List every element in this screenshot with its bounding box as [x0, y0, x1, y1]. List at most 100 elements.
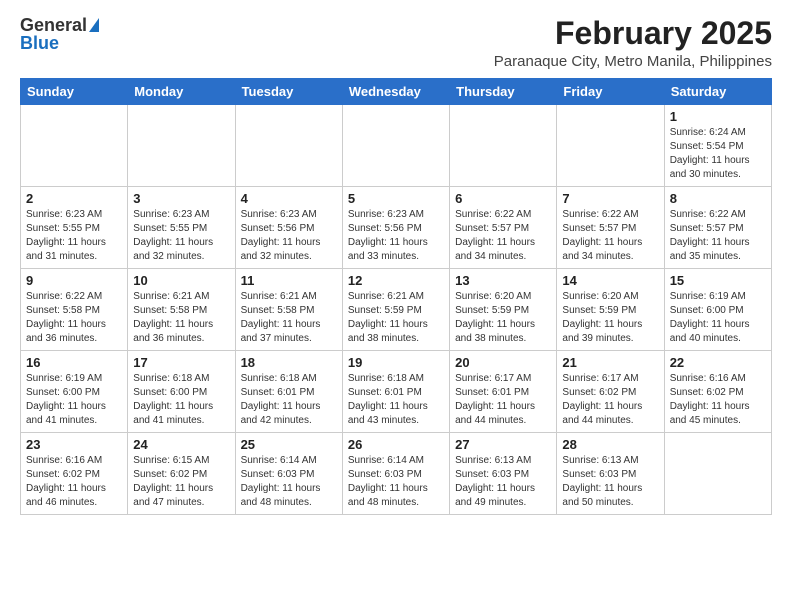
day-info: Sunrise: 6:14 AMSunset: 6:03 PMDaylight:…: [348, 454, 444, 510]
day-info: Sunrise: 6:23 AMSunset: 5:56 PMDaylight:…: [241, 208, 337, 264]
day-header-thursday: Thursday: [450, 79, 557, 105]
calendar-cell: 27 Sunrise: 6:13 AMSunset: 6:03 PMDayligh…: [450, 433, 557, 515]
calendar-cell: 20 Sunrise: 6:17 AMSunset: 6:01 PMDayligh…: [450, 351, 557, 433]
day-header-sunday: Sunday: [21, 79, 128, 105]
calendar-cell: 3 Sunrise: 6:23 AMSunset: 5:55 PMDaylight…: [128, 187, 235, 269]
day-info: Sunrise: 6:23 AMSunset: 5:56 PMDaylight:…: [348, 208, 444, 264]
day-info: Sunrise: 6:23 AMSunset: 5:55 PMDaylight:…: [26, 208, 122, 264]
calendar-cell: [128, 105, 235, 187]
calendar-cell: 17Sunrise: 6:18 AMSunset: 6:00 PMDayligh…: [128, 351, 235, 433]
day-number: 24: [133, 437, 229, 452]
day-header-saturday: Saturday: [664, 79, 771, 105]
logo: General Blue: [20, 16, 99, 52]
calendar-cell: [450, 105, 557, 187]
calendar-cell: 21 Sunrise: 6:17 AMSunset: 6:02 PMDayligh…: [557, 351, 664, 433]
logo-blue-text: Blue: [20, 34, 59, 52]
day-number: 20: [455, 355, 551, 370]
calendar-cell: 24 Sunrise: 6:15 AMSunset: 6:02 PMDayligh…: [128, 433, 235, 515]
calendar-cell: [342, 105, 449, 187]
title-block: February 2025 Paranaque City, Metro Mani…: [494, 16, 772, 70]
calendar-cell: 5Sunrise: 6:23 AMSunset: 5:56 PMDaylight…: [342, 187, 449, 269]
week-row-2: 2 Sunrise: 6:23 AMSunset: 5:55 PMDaylight…: [21, 187, 772, 269]
day-number: 7: [562, 191, 658, 206]
day-info: Sunrise: 6:16 AMSunset: 6:02 PMDaylight:…: [670, 372, 766, 428]
day-info: Sunrise: 6:22 AMSunset: 5:57 PMDaylight:…: [670, 208, 766, 264]
calendar: SundayMondayTuesdayWednesdayThursdayFrid…: [20, 78, 772, 515]
calendar-cell: 22 Sunrise: 6:16 AMSunset: 6:02 PMDayligh…: [664, 351, 771, 433]
day-info: Sunrise: 6:19 AMSunset: 6:00 PMDaylight:…: [670, 290, 766, 346]
day-info: Sunrise: 6:18 AMSunset: 6:00 PMDaylight:…: [133, 372, 229, 428]
day-number: 13: [455, 273, 551, 288]
day-number: 9: [26, 273, 122, 288]
day-header-monday: Monday: [128, 79, 235, 105]
calendar-cell: 16Sunrise: 6:19 AMSunset: 6:00 PMDayligh…: [21, 351, 128, 433]
day-number: 18: [241, 355, 337, 370]
day-info: Sunrise: 6:22 AMSunset: 5:57 PMDaylight:…: [455, 208, 551, 264]
calendar-cell: 6 Sunrise: 6:22 AMSunset: 5:57 PMDaylight…: [450, 187, 557, 269]
month-title: February 2025: [494, 16, 772, 51]
day-info: Sunrise: 6:17 AMSunset: 6:01 PMDaylight:…: [455, 372, 551, 428]
calendar-cell: 7 Sunrise: 6:22 AMSunset: 5:57 PMDaylight…: [557, 187, 664, 269]
calendar-cell: 26 Sunrise: 6:14 AMSunset: 6:03 PMDayligh…: [342, 433, 449, 515]
day-info: Sunrise: 6:21 AMSunset: 5:58 PMDaylight:…: [133, 290, 229, 346]
week-row-1: 1Sunrise: 6:24 AMSunset: 5:54 PMDaylight…: [21, 105, 772, 187]
calendar-cell: [557, 105, 664, 187]
day-number: 27: [455, 437, 551, 452]
day-number: 28: [562, 437, 658, 452]
calendar-cell: 13 Sunrise: 6:20 AMSunset: 5:59 PMDayligh…: [450, 269, 557, 351]
calendar-cell: 1Sunrise: 6:24 AMSunset: 5:54 PMDaylight…: [664, 105, 771, 187]
calendar-cell: 11 Sunrise: 6:21 AMSunset: 5:58 PMDayligh…: [235, 269, 342, 351]
day-info: Sunrise: 6:23 AMSunset: 5:55 PMDaylight:…: [133, 208, 229, 264]
day-info: Sunrise: 6:13 AMSunset: 6:03 PMDaylight:…: [562, 454, 658, 510]
calendar-cell: 10 Sunrise: 6:21 AMSunset: 5:58 PMDayligh…: [128, 269, 235, 351]
day-number: 4: [241, 191, 337, 206]
calendar-cell: 23 Sunrise: 6:16 AMSunset: 6:02 PMDayligh…: [21, 433, 128, 515]
logo-triangle-icon: [89, 18, 99, 32]
week-row-5: 23 Sunrise: 6:16 AMSunset: 6:02 PMDayligh…: [21, 433, 772, 515]
day-number: 23: [26, 437, 122, 452]
day-info: Sunrise: 6:14 AMSunset: 6:03 PMDaylight:…: [241, 454, 337, 510]
day-info: Sunrise: 6:15 AMSunset: 6:02 PMDaylight:…: [133, 454, 229, 510]
day-info: Sunrise: 6:24 AMSunset: 5:54 PMDaylight:…: [670, 126, 766, 182]
day-info: Sunrise: 6:20 AMSunset: 5:59 PMDaylight:…: [562, 290, 658, 346]
day-number: 3: [133, 191, 229, 206]
day-number: 6: [455, 191, 551, 206]
day-info: Sunrise: 6:13 AMSunset: 6:03 PMDaylight:…: [455, 454, 551, 510]
day-number: 12: [348, 273, 444, 288]
calendar-cell: [235, 105, 342, 187]
day-info: Sunrise: 6:16 AMSunset: 6:02 PMDaylight:…: [26, 454, 122, 510]
day-info: Sunrise: 6:17 AMSunset: 6:02 PMDaylight:…: [562, 372, 658, 428]
calendar-cell: 9 Sunrise: 6:22 AMSunset: 5:58 PMDaylight…: [21, 269, 128, 351]
calendar-cell: 12 Sunrise: 6:21 AMSunset: 5:59 PMDayligh…: [342, 269, 449, 351]
day-number: 25: [241, 437, 337, 452]
day-info: Sunrise: 6:22 AMSunset: 5:57 PMDaylight:…: [562, 208, 658, 264]
day-info: Sunrise: 6:22 AMSunset: 5:58 PMDaylight:…: [26, 290, 122, 346]
day-number: 8: [670, 191, 766, 206]
calendar-cell: [21, 105, 128, 187]
calendar-cell: [664, 433, 771, 515]
day-number: 26: [348, 437, 444, 452]
day-header-wednesday: Wednesday: [342, 79, 449, 105]
location-title: Paranaque City, Metro Manila, Philippine…: [494, 53, 772, 70]
day-info: Sunrise: 6:21 AMSunset: 5:59 PMDaylight:…: [348, 290, 444, 346]
calendar-cell: 25 Sunrise: 6:14 AMSunset: 6:03 PMDayligh…: [235, 433, 342, 515]
day-info: Sunrise: 6:18 AMSunset: 6:01 PMDaylight:…: [241, 372, 337, 428]
day-info: Sunrise: 6:19 AMSunset: 6:00 PMDaylight:…: [26, 372, 122, 428]
day-number: 11: [241, 273, 337, 288]
calendar-cell: 14 Sunrise: 6:20 AMSunset: 5:59 PMDayligh…: [557, 269, 664, 351]
day-number: 19: [348, 355, 444, 370]
day-number: 10: [133, 273, 229, 288]
week-row-4: 16Sunrise: 6:19 AMSunset: 6:00 PMDayligh…: [21, 351, 772, 433]
week-row-3: 9 Sunrise: 6:22 AMSunset: 5:58 PMDaylight…: [21, 269, 772, 351]
day-number: 14: [562, 273, 658, 288]
day-info: Sunrise: 6:20 AMSunset: 5:59 PMDaylight:…: [455, 290, 551, 346]
day-number: 2: [26, 191, 122, 206]
day-number: 22: [670, 355, 766, 370]
calendar-cell: 15Sunrise: 6:19 AMSunset: 6:00 PMDayligh…: [664, 269, 771, 351]
days-header-row: SundayMondayTuesdayWednesdayThursdayFrid…: [21, 79, 772, 105]
day-info: Sunrise: 6:21 AMSunset: 5:58 PMDaylight:…: [241, 290, 337, 346]
day-header-tuesday: Tuesday: [235, 79, 342, 105]
calendar-cell: 28 Sunrise: 6:13 AMSunset: 6:03 PMDayligh…: [557, 433, 664, 515]
calendar-cell: 4 Sunrise: 6:23 AMSunset: 5:56 PMDaylight…: [235, 187, 342, 269]
day-number: 21: [562, 355, 658, 370]
